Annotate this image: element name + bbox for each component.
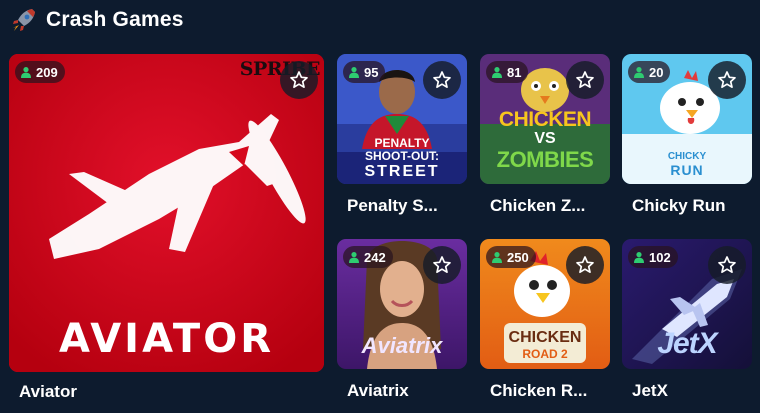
favorite-button[interactable] <box>423 61 461 99</box>
game-title[interactable]: Chicken Z... <box>490 196 585 216</box>
player-count: 20 <box>649 64 664 80</box>
player-count-badge: 20 <box>628 61 671 83</box>
player-count: 95 <box>364 64 379 80</box>
game-title[interactable]: Chicky Run <box>632 196 726 216</box>
game-card-chicken-road-2[interactable]: CHICKEN ROAD 2 250 Chicken R... <box>480 239 610 405</box>
game-card-chicken-vs-zombies[interactable]: CHICKEN VS ZOMBIES 81 Chicken Z... <box>480 54 610 220</box>
player-count-badge: 250 <box>486 246 536 268</box>
favorite-button[interactable] <box>708 246 746 284</box>
user-icon <box>349 252 359 263</box>
chicken-road-logo-line2: ROAD 2 <box>522 347 568 361</box>
game-thumbnail[interactable]: PENALTY SHOOT-OUT: STREET 95 <box>337 54 467 184</box>
star-outline-icon <box>433 256 451 274</box>
penalty-logo-line1: PENALTY <box>374 136 430 150</box>
player-count-badge: 81 <box>486 61 529 83</box>
player-count: 102 <box>649 249 671 265</box>
section-title: Crash Games <box>46 8 184 31</box>
player-count-badge: 102 <box>628 246 678 268</box>
player-count: 242 <box>364 249 386 265</box>
game-thumbnail[interactable]: CHICKY RUN 20 <box>622 54 752 184</box>
game-card-aviator[interactable]: SPRIBE AVIATOR 209 Aviator <box>9 54 324 409</box>
section-header: Crash Games <box>10 4 184 36</box>
chicken-zombies-logo-line1: CHICKEN <box>498 108 592 131</box>
chicky-logo-line1: CHICKY <box>667 151 707 162</box>
user-icon <box>634 67 644 78</box>
game-title[interactable]: Chicken R... <box>490 381 587 401</box>
favorite-button[interactable] <box>423 246 461 284</box>
star-outline-icon <box>718 256 736 274</box>
user-icon <box>634 252 644 263</box>
player-count: 81 <box>507 64 522 80</box>
chicken-zombies-logo-line3: ZOMBIES <box>496 147 594 172</box>
favorite-button[interactable] <box>280 61 318 99</box>
penalty-logo-line3: STREET <box>364 163 440 180</box>
star-outline-icon <box>433 71 451 89</box>
jetx-logo-text: JetX <box>657 327 717 360</box>
player-count: 209 <box>36 64 58 80</box>
game-card-chicky-run[interactable]: CHICKY RUN 20 Chicky Run <box>622 54 752 220</box>
game-thumbnail[interactable]: CHICKEN ROAD 2 250 <box>480 239 610 369</box>
star-outline-icon <box>576 256 594 274</box>
rocket-icon <box>13 9 35 31</box>
user-icon <box>492 67 502 78</box>
favorite-button[interactable] <box>566 246 604 284</box>
game-card-penalty-shootout[interactable]: PENALTY SHOOT-OUT: STREET 95 Penalty S..… <box>337 54 467 220</box>
game-title[interactable]: JetX <box>632 381 668 401</box>
user-icon <box>492 252 502 263</box>
favorite-button[interactable] <box>566 61 604 99</box>
aviator-logo-text: AVIATOR <box>58 316 275 362</box>
star-outline-icon <box>718 71 736 89</box>
aviatrix-logo-text: Aviatrix <box>361 333 443 358</box>
game-thumbnail[interactable]: Aviatrix 242 <box>337 239 467 369</box>
player-count-badge: 209 <box>15 61 65 83</box>
penalty-logo-line2: SHOOT-OUT: <box>365 149 439 163</box>
user-icon <box>349 67 359 78</box>
game-thumbnail[interactable]: SPRIBE AVIATOR 209 <box>9 54 324 372</box>
favorite-button[interactable] <box>708 61 746 99</box>
game-title[interactable]: Penalty S... <box>347 196 438 216</box>
game-thumbnail[interactable]: CHICKEN VS ZOMBIES 81 <box>480 54 610 184</box>
chicken-road-logo-line1: CHICKEN <box>508 329 582 346</box>
chicken-zombies-logo-line2: VS <box>534 130 556 147</box>
game-card-jetx[interactable]: JetX 102 JetX <box>622 239 752 405</box>
user-icon <box>21 67 31 78</box>
player-count: 250 <box>507 249 529 265</box>
game-thumbnail[interactable]: JetX 102 <box>622 239 752 369</box>
game-title[interactable]: Aviator <box>19 382 77 402</box>
game-card-aviatrix[interactable]: Aviatrix 242 Aviatrix <box>337 239 467 405</box>
player-count-badge: 95 <box>343 61 386 83</box>
chicky-logo-line2: RUN <box>670 162 704 178</box>
star-outline-icon <box>290 71 308 89</box>
star-outline-icon <box>576 71 594 89</box>
game-title[interactable]: Aviatrix <box>347 381 409 401</box>
player-count-badge: 242 <box>343 246 393 268</box>
